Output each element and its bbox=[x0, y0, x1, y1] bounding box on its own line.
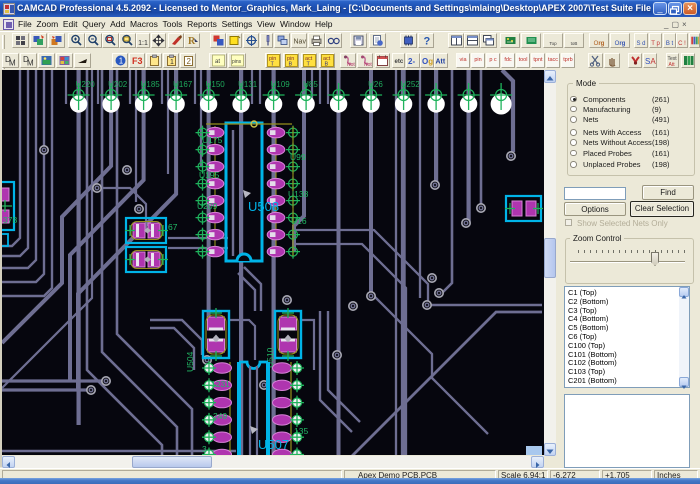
svg-text:U504: U504 bbox=[185, 351, 195, 372]
svg-text:etc: etc bbox=[395, 59, 404, 65]
svg-text:F3: F3 bbox=[132, 56, 143, 66]
svg-text:1: 1 bbox=[118, 57, 123, 66]
svg-text:U138: U138 bbox=[288, 189, 309, 199]
svg-text:at: at bbox=[215, 59, 220, 65]
svg-text:pins: pins bbox=[232, 59, 242, 65]
svg-text:?: ? bbox=[423, 36, 430, 48]
svg-text:U109: U109 bbox=[271, 80, 291, 89]
svg-text:Nav: Nav bbox=[293, 39, 306, 46]
svg-text:249: 249 bbox=[213, 411, 227, 421]
svg-text:SA: SA bbox=[645, 57, 656, 66]
svg-text:Not: Not bbox=[364, 62, 372, 67]
svg-text:M: M bbox=[9, 59, 16, 68]
svg-text:3: 3 bbox=[202, 444, 207, 454]
svg-text:Att: Att bbox=[669, 62, 676, 67]
svg-text:2-: 2- bbox=[408, 57, 415, 66]
svg-text:U508: U508 bbox=[248, 199, 279, 214]
svg-text:B: B bbox=[324, 62, 328, 68]
svg-text:U220: U220 bbox=[76, 80, 96, 89]
svg-text:R: R bbox=[188, 36, 196, 47]
svg-text:U252: U252 bbox=[401, 80, 421, 89]
svg-text:U202: U202 bbox=[108, 80, 128, 89]
svg-text:U16: U16 bbox=[291, 216, 307, 226]
svg-text:Att: Att bbox=[436, 59, 446, 66]
svg-text:U209: U209 bbox=[197, 201, 218, 211]
svg-text:U85: U85 bbox=[303, 80, 318, 89]
svg-text:U26: U26 bbox=[368, 80, 383, 89]
svg-text:B: B bbox=[288, 62, 292, 68]
svg-text:1231: 1231 bbox=[211, 379, 230, 389]
svg-text:U131: U131 bbox=[238, 80, 258, 89]
svg-text:U507: U507 bbox=[258, 437, 289, 452]
svg-text:67: 67 bbox=[168, 222, 178, 232]
svg-text:378: 378 bbox=[3, 215, 17, 225]
svg-text:U185: U185 bbox=[141, 80, 161, 89]
svg-text:U99: U99 bbox=[290, 152, 306, 162]
svg-text:U175: U175 bbox=[202, 135, 223, 145]
svg-text:1: 1 bbox=[170, 59, 174, 66]
svg-text:U150: U150 bbox=[206, 80, 226, 89]
svg-text:U195: U195 bbox=[199, 170, 220, 180]
svg-text:2: 2 bbox=[186, 57, 191, 66]
svg-text:M: M bbox=[27, 59, 34, 68]
svg-text:135: 135 bbox=[294, 426, 308, 436]
svg-text:Not: Not bbox=[347, 62, 355, 67]
svg-text:U167: U167 bbox=[173, 80, 193, 89]
svg-text:Og: Og bbox=[422, 57, 433, 66]
